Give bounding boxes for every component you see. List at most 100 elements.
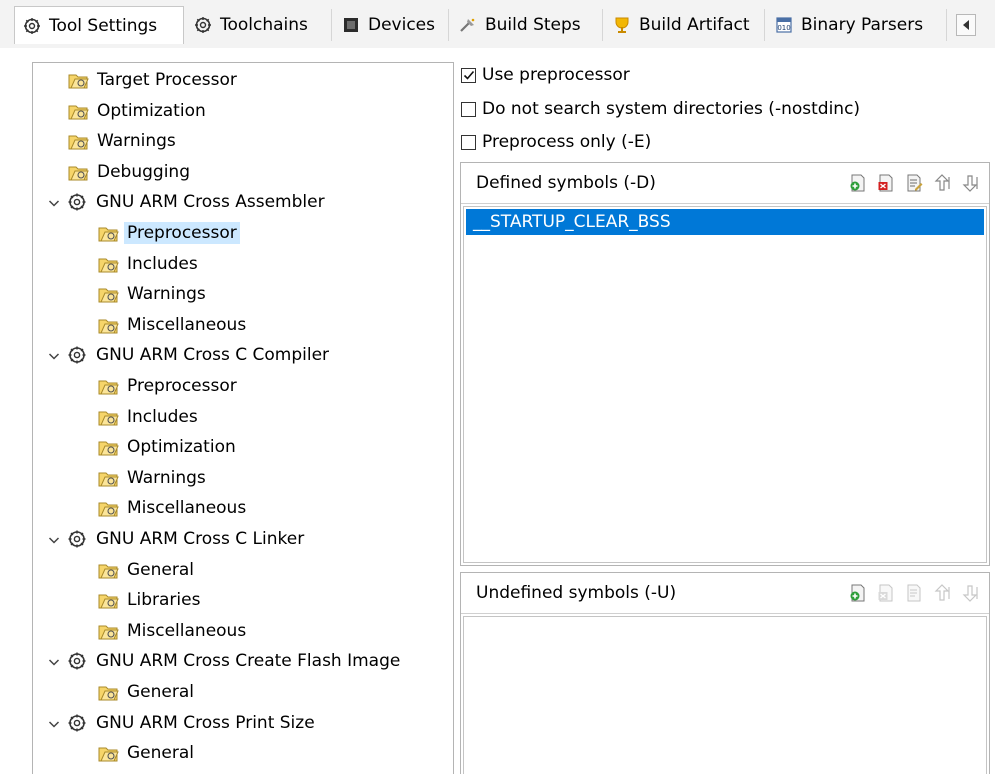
gear-icon: [24, 17, 40, 34]
edit-icon[interactable]: [905, 583, 923, 603]
defined-symbols-group: Defined symbols (-D) __STARTUP_CLEAR_BSS: [460, 162, 990, 566]
tree-item[interactable]: Debugging: [67, 159, 193, 185]
tree-item[interactable]: Warnings: [97, 465, 209, 491]
tab-scroll-left-button[interactable]: [956, 14, 976, 36]
tree-group[interactable]: GNU ARM Cross C Linker: [47, 526, 307, 552]
add-icon[interactable]: [849, 173, 867, 193]
folder-settings-icon: [97, 315, 119, 335]
move-up-icon[interactable]: [933, 173, 951, 193]
folder-settings-icon: [97, 560, 119, 580]
checkbox-label: Use preprocessor: [482, 65, 630, 85]
tree-item-label: Miscellaneous: [127, 620, 247, 641]
use-preprocessor-checkbox[interactable]: Use preprocessor: [461, 63, 630, 87]
undefined-symbols-list[interactable]: [463, 616, 987, 774]
checkbox-box[interactable]: [461, 101, 476, 117]
tree-item[interactable]: Warnings: [97, 281, 209, 307]
defined-symbols-list[interactable]: __STARTUP_CLEAR_BSS: [463, 206, 987, 563]
folder-settings-icon: [97, 407, 119, 427]
defined-symbols-toolbar: [849, 173, 979, 193]
chip-icon: [344, 18, 358, 32]
tree-item-label: Warnings: [127, 284, 206, 305]
tree-item-label: Preprocessor: [127, 376, 237, 396]
chevron-down-icon[interactable]: [47, 654, 61, 668]
tree-item[interactable]: Libraries: [97, 587, 203, 613]
chevron-down-icon[interactable]: [47, 348, 61, 362]
edit-icon[interactable]: [905, 173, 923, 193]
tree-item[interactable]: General: [97, 557, 197, 583]
delete-icon[interactable]: [877, 583, 895, 603]
tree-item-label: Warnings: [97, 131, 176, 152]
folder-settings-icon: [97, 437, 119, 457]
tab-label: Toolchains: [220, 15, 308, 35]
move-down-icon[interactable]: [961, 173, 979, 193]
chevron-down-icon[interactable]: [47, 716, 61, 730]
tab-label: Build Steps: [485, 15, 581, 35]
tree-item-label: Optimization: [97, 100, 206, 121]
tree-item-label: GNU ARM Cross Assembler: [96, 192, 325, 213]
tree-item-label: GNU ARM Cross C Compiler: [96, 345, 330, 366]
move-down-icon[interactable]: [961, 583, 979, 603]
settings-tree[interactable]: Target Processor Optimization Warnings Debu…: [32, 62, 454, 774]
tree-item[interactable]: Includes: [97, 404, 201, 430]
chevron-down-icon[interactable]: [47, 532, 61, 546]
checkbox-box[interactable]: [461, 134, 476, 150]
tree-item-label: Miscellaneous: [127, 314, 247, 335]
tree-item-label: Debugging: [97, 161, 190, 182]
chevron-down-icon[interactable]: [47, 195, 61, 209]
build-steps-icon: [460, 18, 475, 32]
tab-devices[interactable]: Devices: [334, 9, 449, 41]
tree-group[interactable]: GNU ARM Cross Assembler: [47, 189, 328, 215]
tab-toolchains[interactable]: Toolchains: [186, 9, 332, 41]
nostdinc-checkbox[interactable]: Do not search system directories (-nostd…: [461, 97, 860, 121]
folder-settings-icon: [97, 468, 119, 488]
tab-binary-parsers[interactable]: 010 Binary Parsers: [767, 9, 947, 41]
delete-icon[interactable]: [877, 173, 895, 193]
tree-item[interactable]: Miscellaneous: [97, 618, 249, 644]
tree-item-label: General: [127, 682, 194, 702]
defined-symbols-header: Defined symbols (-D): [461, 163, 989, 204]
arrow-left-icon: [963, 20, 969, 30]
tab-label: Devices: [368, 15, 435, 35]
tree-item-label: GNU ARM Cross C Linker: [96, 529, 305, 549]
tree-item-label: Libraries: [127, 590, 201, 611]
tree-item[interactable]: Miscellaneous: [97, 495, 249, 521]
tab-bar: Tool Settings Toolchains Devices Build S…: [0, 0, 995, 48]
tree-item[interactable]: Target Processor: [67, 67, 240, 93]
list-item[interactable]: __STARTUP_CLEAR_BSS: [466, 209, 984, 235]
checkbox-label: Do not search system directories (-nostd…: [482, 99, 861, 119]
preprocess-only-checkbox[interactable]: Preprocess only (-E): [461, 130, 651, 154]
tab-build-artifact[interactable]: Build Artifact: [605, 9, 765, 41]
tree-item-label: Preprocessor: [124, 222, 240, 244]
checkbox-box[interactable]: [461, 67, 476, 83]
tab-tool-settings[interactable]: Tool Settings: [14, 6, 184, 44]
tree-item[interactable]: Warnings: [67, 128, 179, 154]
gear-icon: [195, 17, 211, 33]
folder-settings-icon: [97, 498, 119, 518]
tree-item[interactable]: Preprocessor: [97, 373, 240, 399]
tree-group[interactable]: GNU ARM Cross C Compiler: [47, 342, 332, 368]
artifact-icon: [615, 17, 629, 33]
gear-icon: [66, 713, 88, 733]
add-icon[interactable]: [849, 583, 867, 603]
tree-item[interactable]: General: [97, 679, 197, 705]
tree-item[interactable]: Miscellaneous: [97, 312, 249, 338]
tree-item-label: Warnings: [127, 467, 206, 488]
tree-item-label: General: [127, 743, 194, 764]
tree-group[interactable]: GNU ARM Cross Create Flash Image: [47, 648, 403, 674]
tab-build-steps[interactable]: Build Steps: [451, 9, 603, 41]
tree-item[interactable]: Includes: [97, 251, 201, 277]
folder-settings-icon: [97, 254, 119, 274]
undefined-symbols-title: Undefined symbols (-U): [476, 583, 677, 603]
folder-settings-icon: [97, 284, 119, 304]
tree-item[interactable]: Optimization: [67, 98, 209, 124]
checkbox-label: Preprocess only (-E): [482, 132, 652, 152]
move-up-icon[interactable]: [933, 583, 951, 603]
tree-item-label: General: [127, 559, 194, 580]
tree-group[interactable]: GNU ARM Cross Print Size: [47, 710, 318, 736]
tree-item[interactable]: Preprocessor: [97, 220, 240, 246]
tree-item-label: GNU ARM Cross Create Flash Image: [96, 651, 401, 672]
tab-label: Binary Parsers: [801, 15, 924, 35]
tree-item[interactable]: General: [97, 740, 197, 766]
tree-item[interactable]: Optimization: [97, 434, 239, 460]
gear-icon: [66, 192, 88, 212]
